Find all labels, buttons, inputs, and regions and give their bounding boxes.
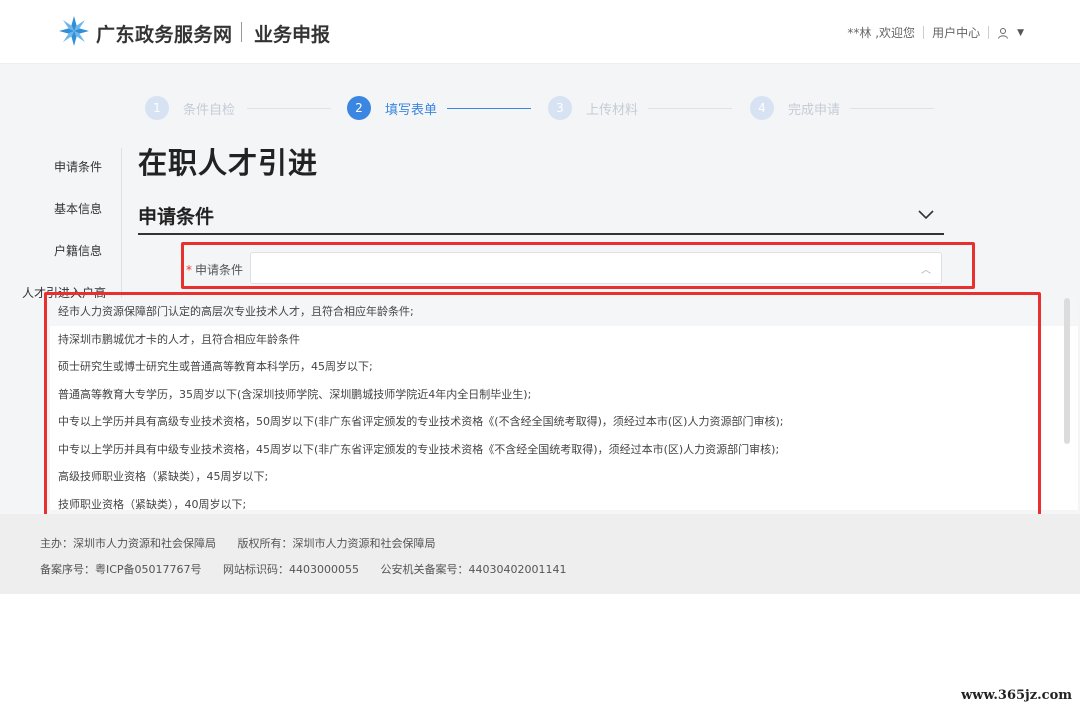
- step-number: 1: [145, 96, 169, 120]
- progress-steps: 1 条件自检 2 填写表单 3 上传材料 4 完成申请: [145, 96, 945, 122]
- step-number: 4: [750, 96, 774, 120]
- footer-line-2: 备案序号：粤ICP备05017767号 网站标识码：4403000055 公安机…: [40, 561, 585, 577]
- step-connector: [648, 108, 732, 109]
- step-label: 上传材料: [586, 102, 639, 118]
- dropdown-scrollbar[interactable]: [1064, 298, 1070, 444]
- footer-icp[interactable]: 备案序号：粤ICP备05017767号: [40, 563, 202, 576]
- nav-item-basic-info[interactable]: 基本信息: [54, 200, 102, 217]
- brand-divider: [241, 22, 242, 42]
- divider: [988, 26, 990, 39]
- chevron-down-icon[interactable]: [916, 204, 936, 224]
- step-connector: [447, 108, 531, 109]
- site-header: 广东政务服务网 业务申报 **林 ,欢迎您 用户中心 ▼: [0, 0, 1080, 64]
- site-footer: 主办：深圳市人力资源和社会保障局 版权所有：深圳市人力资源和社会保障局 备案序号…: [0, 514, 1080, 594]
- step-connector: [247, 108, 331, 109]
- footer-host: 主办：深圳市人力资源和社会保障局: [40, 537, 216, 550]
- step-1: 1 条件自检: [145, 96, 235, 120]
- nav-item-household[interactable]: 户籍信息: [54, 242, 102, 259]
- site-logo-icon[interactable]: [58, 15, 90, 47]
- step-label: 填写表单: [385, 102, 438, 118]
- page-title: 在职人才引进: [138, 146, 319, 180]
- page-section-title: 业务申报: [254, 24, 331, 46]
- highlight-box: [181, 242, 975, 289]
- greeting-text: **林 ,欢迎您: [847, 26, 916, 40]
- user-icon[interactable]: [997, 27, 1009, 39]
- divider: [923, 26, 925, 39]
- footer-police[interactable]: 公安机关备案号：44030402001141: [381, 563, 567, 576]
- section-underline: [138, 233, 944, 235]
- footer-site-id: 网站标识码：4403000055: [223, 563, 360, 576]
- step-2: 2 填写表单: [347, 96, 437, 120]
- footer-copyright: 版权所有：深圳市人力资源和社会保障局: [237, 537, 436, 550]
- step-number: 2: [347, 96, 371, 120]
- user-center-link[interactable]: 用户中心: [932, 24, 980, 41]
- watermark: www.365jz.com: [961, 688, 1072, 703]
- step-4: 4 完成申请: [750, 96, 840, 120]
- highlight-box: [44, 292, 1041, 526]
- step-label: 条件自检: [183, 102, 236, 118]
- step-number: 3: [548, 96, 572, 120]
- step-label: 完成申请: [788, 102, 841, 118]
- step-3: 3 上传材料: [548, 96, 638, 120]
- chevron-down-icon[interactable]: ▼: [1017, 28, 1024, 38]
- user-area: **林 ,欢迎您 用户中心 ▼: [847, 24, 1024, 41]
- site-brand[interactable]: 广东政务服务网: [96, 20, 233, 47]
- step-connector: [850, 108, 934, 109]
- nav-item-conditions[interactable]: 申请条件: [54, 158, 102, 175]
- footer-line-1: 主办：深圳市人力资源和社会保障局 版权所有：深圳市人力资源和社会保障局: [40, 535, 454, 551]
- section-title: 申请条件: [138, 206, 215, 228]
